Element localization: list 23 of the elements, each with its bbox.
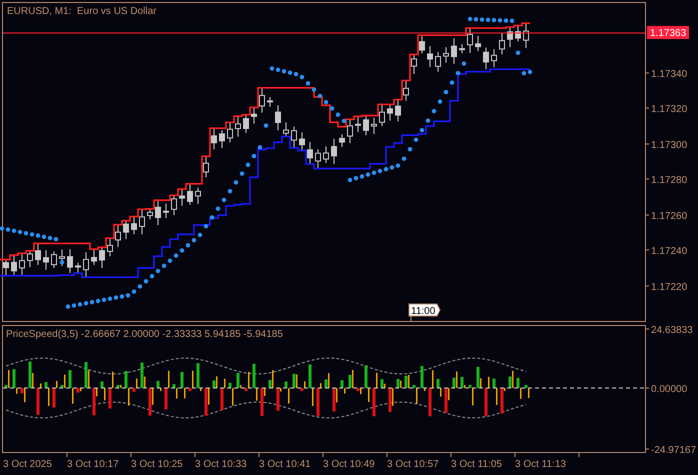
price-label: 1.17240 <box>651 246 688 257</box>
time-label: 3 Oct 10:57 <box>387 459 439 470</box>
price-label: 1.17320 <box>651 104 688 115</box>
price-label: 1.17340 <box>651 69 688 80</box>
time-label: 3 Oct 10:33 <box>195 459 247 470</box>
price-label: 1.17280 <box>651 175 688 186</box>
price-label: 1.17220 <box>651 282 688 293</box>
window-title: EURUSD, M1: Euro vs US Dollar <box>7 6 156 17</box>
time-label: 3 Oct 10:49 <box>323 459 375 470</box>
indicator-axis-label: 0.00000 <box>651 384 688 395</box>
time-label: 3 Oct 10:25 <box>131 459 183 470</box>
time-label: 3 Oct 10:41 <box>259 459 311 470</box>
current-price-tag: 1.17363 <box>647 26 689 39</box>
indicator-axis-label: -24.97167 <box>651 445 696 456</box>
time-label: 3 Oct 2025 <box>3 459 52 470</box>
indicator-label: PriceSpeed(3,5) -2.66667 2.00000 -2.33333 5.94185 -5.94185 <box>6 329 283 340</box>
indicator-axis-label: 24.63833 <box>651 325 693 336</box>
price-label: 1.17300 <box>651 140 688 151</box>
time-label: 3 Oct 11:05 <box>451 459 502 470</box>
time-label: 3 Oct 10:17 <box>67 459 119 470</box>
time-marker-label: 11:00 <box>408 304 441 322</box>
price-label: 1.17260 <box>651 211 688 222</box>
time-label: 3 Oct 11:13 <box>515 459 566 470</box>
